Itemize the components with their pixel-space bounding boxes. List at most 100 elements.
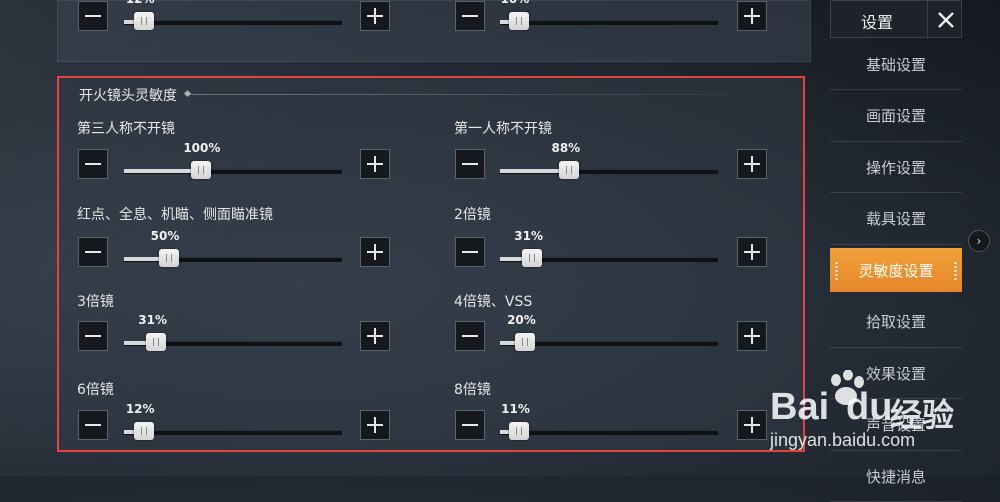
sensitivity-slider[interactable]: 31% (124, 313, 342, 355)
sensitivity-slider[interactable]: 11% (500, 402, 718, 444)
sensitivity-slider[interactable]: 12% (124, 402, 342, 444)
slider-value-label: 50% (150, 229, 180, 243)
decrease-button[interactable] (78, 149, 108, 179)
group-title: 开火镜头灵敏度 (79, 88, 177, 104)
increase-button[interactable] (360, 321, 390, 351)
slider-handle[interactable] (522, 249, 543, 267)
decrease-button[interactable] (455, 321, 485, 351)
decrease-button[interactable] (78, 321, 108, 351)
increase-button[interactable] (737, 410, 767, 440)
baidu-jingyan-watermark: Bai du 经验 jingyan.baidu.com (768, 368, 1000, 476)
slider-handle[interactable] (559, 161, 580, 179)
sensitivity-slider[interactable]: 100% (124, 141, 342, 183)
setting-label: 8倍镜 (454, 382, 491, 398)
setting-label: 2倍镜 (454, 207, 491, 223)
decrease-button[interactable] (78, 1, 108, 31)
slider-track (500, 430, 718, 435)
slider-value-label: 10% (501, 0, 530, 6)
sidebar-item-label: 灵敏度设置 (858, 261, 934, 280)
plus-icon (738, 322, 766, 350)
sidebar-item[interactable]: 画面设置 (830, 94, 962, 142)
decrease-button[interactable] (455, 237, 485, 267)
increase-button[interactable] (360, 410, 390, 440)
slider-handle[interactable] (508, 12, 529, 30)
sensitivity-slider[interactable]: 50% (124, 229, 342, 271)
watermark-url: jingyan.baidu.com (770, 430, 916, 450)
decrease-button[interactable] (455, 1, 485, 31)
setting-label: 3倍镜 (77, 294, 114, 310)
sidebar-header: 设置 (830, 0, 963, 39)
slider-value-label: 88% (551, 141, 581, 155)
slider-handle[interactable] (515, 333, 536, 351)
increase-button[interactable] (360, 237, 390, 267)
slider-handle[interactable] (191, 161, 212, 179)
watermark-brand2: du (846, 386, 893, 428)
setting-label: 第一人称不开镜 (454, 121, 552, 137)
sensitivity-slider[interactable]: 10% (500, 0, 718, 34)
slider-value-label: 12% (126, 0, 155, 6)
increase-button[interactable] (360, 1, 390, 31)
slider-track (124, 20, 342, 25)
decrease-button[interactable] (455, 149, 485, 179)
decrease-button[interactable] (78, 410, 108, 440)
sidebar-item[interactable]: 拾取设置 (830, 300, 962, 348)
slider-value-label: 100% (183, 141, 221, 155)
plus-icon (361, 411, 389, 439)
minus-icon (79, 411, 107, 439)
sidebar-item-label: 载具设置 (865, 210, 926, 228)
setting-label: 第三人称不开镜 (77, 121, 175, 137)
slider-value-label: 31% (514, 229, 543, 243)
slider-track (124, 430, 342, 435)
slider-value-label: 20% (507, 313, 536, 327)
minus-icon (79, 150, 107, 178)
slider-value-label: 12% (125, 402, 155, 416)
minus-icon (456, 238, 484, 266)
plus-icon (361, 238, 389, 266)
plus-icon (361, 2, 389, 30)
sidebar-item[interactable]: 载具设置 (830, 197, 962, 245)
minus-icon (79, 322, 107, 350)
sidebar-item[interactable]: 操作设置 (830, 145, 962, 193)
increase-button[interactable] (737, 237, 767, 267)
slider-handle[interactable] (509, 422, 530, 440)
plus-icon (738, 150, 766, 178)
sidebar-item-label: 操作设置 (865, 158, 926, 177)
plus-icon (738, 238, 766, 266)
slider-value-label: 31% (138, 313, 167, 327)
slider-fill (124, 169, 202, 173)
slider-handle[interactable] (158, 249, 179, 267)
setting-label: 红点、全息、机瞄、侧面瞄准镜 (77, 207, 273, 223)
increase-button[interactable] (737, 149, 767, 179)
sidebar-item[interactable]: 灵敏度设置 (830, 248, 962, 292)
slider-value-label: 11% (501, 402, 530, 416)
slider-handle[interactable] (146, 333, 167, 351)
minus-icon (456, 2, 484, 30)
sensitivity-slider[interactable]: 20% (500, 313, 718, 355)
sensitivity-slider[interactable]: 12% (124, 0, 342, 34)
close-icon (937, 12, 954, 28)
watermark-brand: Bai (770, 386, 830, 428)
sidebar-title: 设置 (861, 13, 894, 32)
increase-button[interactable] (737, 1, 767, 31)
plus-icon (738, 411, 766, 439)
sidebar-item-label: 拾取设置 (865, 313, 926, 331)
sidebar-item[interactable]: 基础设置 (830, 42, 962, 90)
plus-icon (361, 322, 389, 350)
close-button[interactable] (927, 1, 963, 39)
increase-button[interactable] (737, 321, 767, 351)
slider-handle[interactable] (133, 422, 154, 440)
increase-button[interactable] (360, 149, 390, 179)
chevron-right-icon: › (976, 234, 982, 248)
slider-handle[interactable] (133, 12, 154, 30)
grip-icon (835, 262, 838, 280)
expand-arrow-button[interactable]: › (968, 230, 990, 252)
decrease-button[interactable] (78, 237, 108, 267)
setting-label: 4倍镜、VSS (454, 294, 533, 310)
sensitivity-slider[interactable]: 31% (500, 229, 718, 271)
minus-icon (79, 238, 107, 266)
sidebar-item-label: 基础设置 (865, 55, 926, 74)
grip-icon (954, 262, 957, 280)
slider-track (500, 20, 718, 25)
sensitivity-slider[interactable]: 88% (500, 141, 718, 183)
decrease-button[interactable] (455, 410, 485, 440)
